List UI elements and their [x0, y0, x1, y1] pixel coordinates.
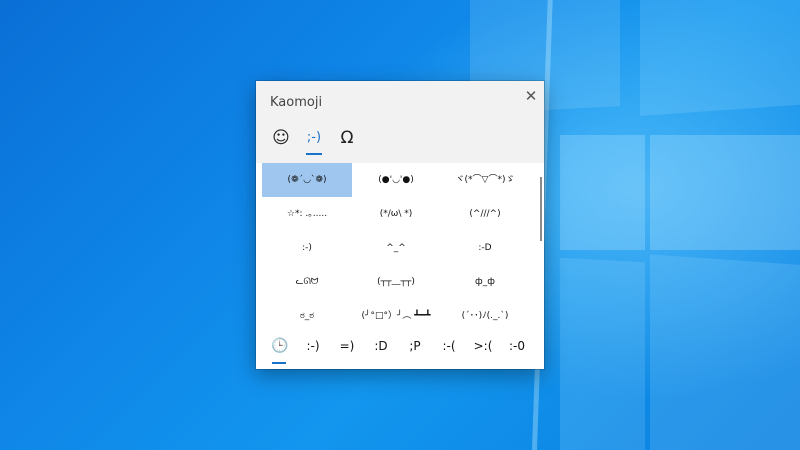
category-tab[interactable]: =) — [331, 333, 363, 363]
tab-recent[interactable]: 🕒 — [264, 333, 296, 363]
tab-symbols[interactable]: Ω — [332, 125, 362, 153]
active-tab-indicator — [306, 153, 322, 155]
smiley-icon: ☺ — [272, 128, 290, 148]
category-tab[interactable]: >:( — [467, 333, 499, 363]
kaomoji-item[interactable]: (´･･)ﾉ(._.`) — [440, 299, 530, 333]
kaomoji-item[interactable]: ヾ(*⌒▽⌒*)ゞ — [440, 163, 530, 197]
panel-header: Kaomoji ✕ ☺ ;-) Ω — [256, 81, 544, 163]
category-tab[interactable]: ;P — [399, 333, 431, 363]
omega-icon: Ω — [340, 128, 354, 148]
kaomoji-item[interactable]: :-D — [440, 231, 530, 265]
kaomoji-panel: Kaomoji ✕ ☺ ;-) Ω (❁´◡`❁) (●'◡'●) ヾ(*⌒▽⌒… — [256, 81, 544, 369]
kaomoji-item[interactable]: ಠ_ಠ — [262, 299, 352, 333]
kaomoji-item[interactable]: (┬┬﹏┬┬) — [351, 265, 441, 299]
kaomoji-item[interactable]: (^///^) — [440, 197, 530, 231]
window-logo-pane — [640, 0, 800, 116]
window-logo-pane — [650, 135, 800, 250]
kaomoji-item[interactable]: ☆*: .｡..... — [262, 197, 352, 231]
kaomoji-item[interactable]: (●'◡'●) — [351, 163, 441, 197]
category-tab[interactable]: :-) — [297, 333, 329, 363]
window-logo-pane — [650, 254, 800, 450]
kaomoji-item[interactable]: ᓚᘏᗢ — [262, 265, 352, 299]
scrollbar[interactable] — [540, 177, 542, 241]
tab-emoji[interactable]: ☺ — [266, 125, 296, 153]
category-tab[interactable]: :D — [365, 333, 397, 363]
category-bar: 🕒 :-) =) :D ;P :-( >:( :-0 — [256, 333, 544, 369]
category-tab[interactable]: :-( — [433, 333, 465, 363]
kaomoji-item[interactable]: ^_^ — [351, 231, 441, 265]
kaomoji-item[interactable]: (╯°□°）╯︵ ┻━┻ — [351, 299, 441, 333]
close-icon[interactable]: ✕ — [522, 87, 540, 105]
category-tab[interactable]: :-0 — [501, 333, 533, 363]
window-logo-pane — [560, 135, 645, 250]
panel-title: Kaomoji — [270, 95, 323, 110]
tab-kaomoji[interactable]: ;-) — [299, 125, 329, 153]
kaomoji-icon: ;-) — [306, 130, 322, 145]
clock-icon: 🕒 — [271, 338, 289, 354]
kaomoji-item[interactable]: :-) — [262, 231, 352, 265]
window-logo-pane — [560, 257, 645, 450]
kaomoji-item[interactable]: ф_ф — [440, 265, 530, 299]
kaomoji-item[interactable]: (❁´◡`❁) — [262, 163, 352, 197]
active-category-indicator — [272, 362, 286, 364]
kaomoji-item[interactable]: (*/ω\ *) — [351, 197, 441, 231]
kaomoji-grid: (❁´◡`❁) (●'◡'●) ヾ(*⌒▽⌒*)ゞ ☆*: .｡..... (*… — [262, 163, 530, 333]
